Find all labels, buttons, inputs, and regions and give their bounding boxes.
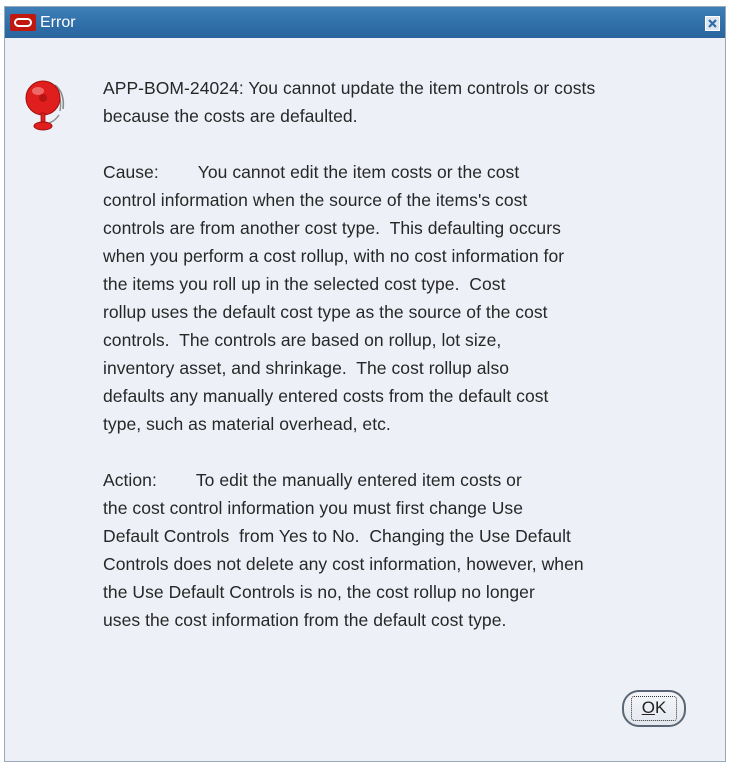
message-line: APP-BOM-24024: You cannot update the ite… [103,78,596,98]
message-line: when you perform a cost rollup, with no … [103,246,565,266]
error-message: APP-BOM-24024: You cannot update the ite… [103,74,718,634]
message-line: type, such as material overhead, etc. [103,414,391,434]
message-line: Default Controls from Yes to No. Changin… [103,526,571,546]
message-line: the items you roll up in the selected co… [103,274,506,294]
message-line: the Use Default Controls is no, the cost… [103,582,535,602]
close-icon [708,19,717,28]
message-line: Cause: You cannot edit the item costs or… [103,162,520,182]
message-line: Action: To edit the manually entered ite… [103,470,522,490]
message-line: controls. The controls are based on roll… [103,330,502,350]
message-line: controls are from another cost type. Thi… [103,218,561,238]
message-line: inventory asset, and shrinkage. The cost… [103,358,510,378]
message-line: rollup uses the default cost type as the… [103,302,548,322]
window-title: Error [40,14,76,31]
title-bar[interactable]: Error [5,7,725,38]
message-line [103,438,718,466]
message-line: control information when the source of t… [103,190,528,210]
error-dialog: Error APP-BOM-24024: You cannot update t… [4,6,726,762]
ok-button-label: OK [624,699,684,717]
message-line: because the costs are defaulted. [103,106,358,126]
ok-mnemonic: O [641,698,655,717]
message-line: Controls does not delete any cost inform… [103,554,584,574]
message-line: uses the cost information from the defau… [103,610,507,630]
message-line: the cost control information you must fi… [103,498,523,518]
alarm-bell-icon [25,80,65,131]
ok-label-rest: K [654,698,667,717]
message-line [103,130,718,158]
ok-button[interactable]: OK [622,690,686,727]
message-line: defaults any manually entered costs from… [103,386,549,406]
oracle-logo-icon [10,14,36,31]
close-button[interactable] [705,16,720,31]
